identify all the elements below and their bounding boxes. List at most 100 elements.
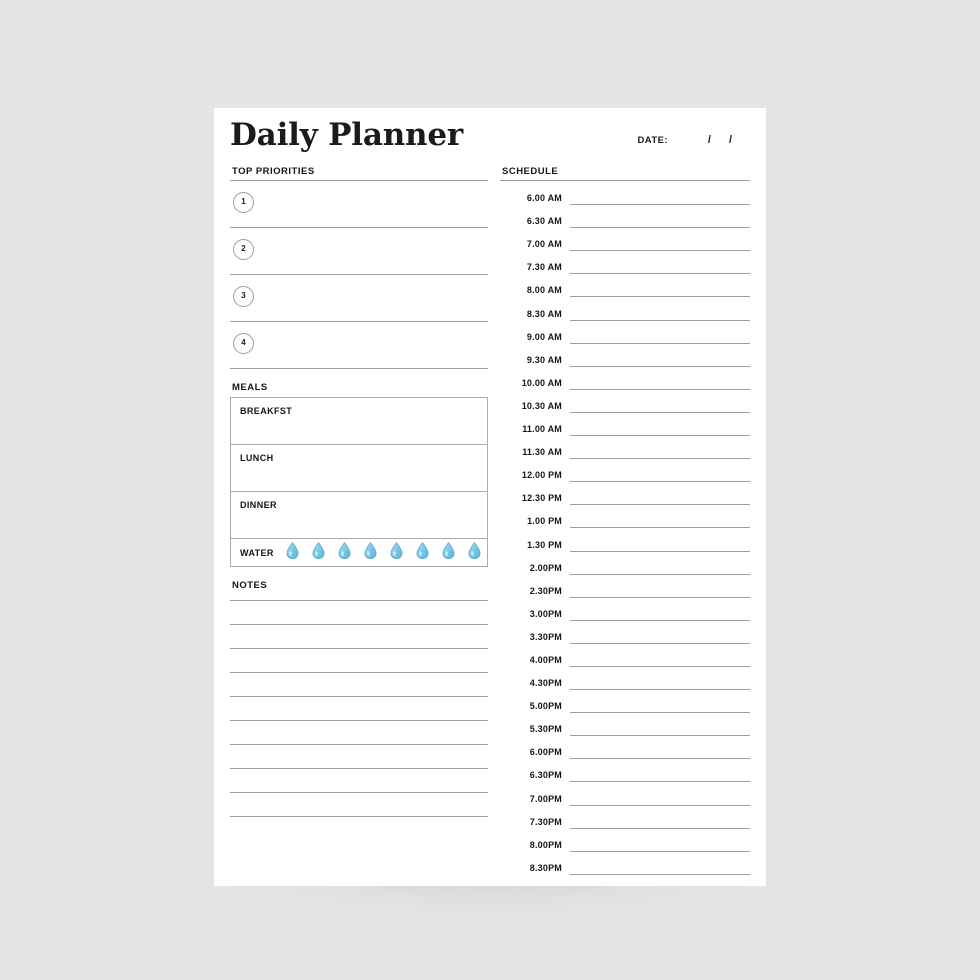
schedule-row[interactable]: 8.30 AM	[500, 298, 750, 321]
schedule-row[interactable]: 12.30 PM	[500, 483, 750, 506]
priority-list: 1 2 3 4	[230, 181, 488, 369]
notes-write-line[interactable]	[230, 624, 488, 625]
notes-write-line[interactable]	[230, 672, 488, 673]
water-droplet-icon[interactable]	[390, 541, 403, 564]
schedule-write-line[interactable]	[570, 527, 750, 529]
schedule-row[interactable]: 5.30PM	[500, 714, 750, 737]
schedule-write-line[interactable]	[570, 804, 750, 806]
schedule-write-line[interactable]	[570, 712, 750, 714]
meal-row-water[interactable]: WATER	[231, 539, 487, 566]
schedule-write-line[interactable]	[570, 458, 750, 460]
schedule-row[interactable]: 10.00 AM	[500, 368, 750, 391]
water-droplet-icon[interactable]	[442, 541, 455, 564]
water-droplet-icon[interactable]	[338, 541, 351, 564]
notes-line-list	[230, 600, 488, 817]
meal-row-dinner[interactable]: DINNER	[231, 492, 487, 539]
schedule-write-line[interactable]	[570, 873, 750, 875]
schedule-write-line[interactable]	[570, 204, 750, 206]
priority-write-line[interactable]	[230, 368, 488, 369]
water-droplet-icon[interactable]	[312, 541, 325, 564]
schedule-row[interactable]: 9.30 AM	[500, 345, 750, 368]
notes-write-line[interactable]	[230, 744, 488, 745]
planner-paper: Daily Planner DATE: / / TOP PRIORITIES 1…	[214, 108, 766, 886]
schedule-write-line[interactable]	[570, 781, 750, 783]
header: Daily Planner DATE: / /	[230, 118, 750, 166]
schedule-write-line[interactable]	[570, 689, 750, 691]
schedule-row[interactable]: 12.00 PM	[500, 460, 750, 483]
priority-row[interactable]: 2	[230, 228, 488, 275]
notes-write-line[interactable]	[230, 768, 488, 769]
schedule-row[interactable]: 2.30PM	[500, 576, 750, 599]
schedule-row[interactable]: 8.00PM	[500, 830, 750, 853]
schedule-row-list: 6.00 AM 6.30 AM 7.00 AM 7.30 AM 8.00 AM 8.30 …	[500, 183, 750, 876]
schedule-write-line[interactable]	[570, 504, 750, 506]
body-columns: TOP PRIORITIES 1 2 3 4 MEALS BREAKFST LU…	[230, 166, 750, 876]
schedule-row[interactable]: 8.00 AM	[500, 275, 750, 298]
meal-row-lunch[interactable]: LUNCH	[231, 445, 487, 492]
schedule-write-line[interactable]	[570, 365, 750, 367]
schedule-write-line[interactable]	[570, 550, 750, 552]
schedule-write-line[interactable]	[570, 388, 750, 390]
schedule-row[interactable]: 6.00PM	[500, 737, 750, 760]
schedule-row[interactable]: 9.00 AM	[500, 322, 750, 345]
schedule-row[interactable]: 1.00 PM	[500, 506, 750, 529]
schedule-row[interactable]: 3.30PM	[500, 622, 750, 645]
schedule-write-line[interactable]	[570, 642, 750, 644]
notes-write-line[interactable]	[230, 696, 488, 697]
schedule-row[interactable]: 4.30PM	[500, 668, 750, 691]
schedule-row[interactable]: 6.00 AM	[500, 183, 750, 206]
schedule-write-line[interactable]	[570, 827, 750, 829]
schedule-write-line[interactable]	[570, 758, 750, 760]
schedule-row[interactable]: 7.00 AM	[500, 229, 750, 252]
schedule-row[interactable]: 10.30 AM	[500, 391, 750, 414]
notes-write-line[interactable]	[230, 792, 488, 793]
schedule-time-label: 8.00 AM	[526, 285, 562, 296]
schedule-row[interactable]: 7.30 AM	[500, 252, 750, 275]
schedule-write-line[interactable]	[570, 850, 750, 852]
schedule-row[interactable]: 7.00PM	[500, 783, 750, 806]
schedule-write-line[interactable]	[570, 273, 750, 275]
schedule-write-line[interactable]	[570, 411, 750, 413]
schedule-row[interactable]: 7.30PM	[500, 807, 750, 830]
schedule-time-label: 11.00 AM	[522, 424, 562, 435]
schedule-write-line[interactable]	[570, 481, 750, 483]
schedule-row[interactable]: 8.30PM	[500, 853, 750, 876]
notes-write-line[interactable]	[230, 720, 488, 721]
schedule-row[interactable]: 6.30PM	[500, 760, 750, 783]
schedule-write-line[interactable]	[570, 735, 750, 737]
notes-section: NOTES	[230, 580, 488, 817]
schedule-write-line[interactable]	[570, 619, 750, 621]
schedule-row[interactable]: 6.30 AM	[500, 206, 750, 229]
water-droplet-icon[interactable]	[364, 541, 377, 564]
priority-row[interactable]: 4	[230, 322, 488, 369]
schedule-write-line[interactable]	[570, 342, 750, 344]
schedule-write-line[interactable]	[570, 296, 750, 298]
meal-row-breakfast[interactable]: BREAKFST	[231, 398, 487, 445]
water-droplet-icon[interactable]	[468, 541, 481, 564]
notes-write-line[interactable]	[230, 600, 488, 601]
schedule-write-line[interactable]	[570, 319, 750, 321]
schedule-row[interactable]: 4.00PM	[500, 645, 750, 668]
water-droplet-icon[interactable]	[286, 541, 299, 564]
schedule-time-label: 3.00PM	[529, 608, 562, 619]
water-droplet-icon[interactable]	[416, 541, 429, 564]
schedule-row[interactable]: 11.00 AM	[500, 414, 750, 437]
priority-row[interactable]: 3	[230, 275, 488, 322]
schedule-write-line[interactable]	[570, 665, 750, 667]
schedule-time-label: 12.00 PM	[521, 470, 562, 481]
schedule-write-line[interactable]	[570, 227, 750, 229]
schedule-row[interactable]: 11.30 AM	[500, 437, 750, 460]
schedule-write-line[interactable]	[570, 573, 750, 575]
schedule-row[interactable]: 5.00PM	[500, 691, 750, 714]
schedule-write-line[interactable]	[570, 435, 750, 437]
schedule-row[interactable]: 3.00PM	[500, 599, 750, 622]
schedule-row[interactable]: 1.30 PM	[500, 529, 750, 552]
priority-row[interactable]: 1	[230, 181, 488, 228]
notes-write-line[interactable]	[230, 648, 488, 649]
schedule-write-line[interactable]	[570, 596, 750, 598]
left-column: TOP PRIORITIES 1 2 3 4 MEALS BREAKFST LU…	[230, 166, 488, 876]
schedule-row[interactable]: 2.00PM	[500, 553, 750, 576]
schedule-write-line[interactable]	[570, 250, 750, 252]
notes-write-line[interactable]	[230, 816, 488, 817]
date-field[interactable]: DATE: / /	[638, 134, 732, 146]
